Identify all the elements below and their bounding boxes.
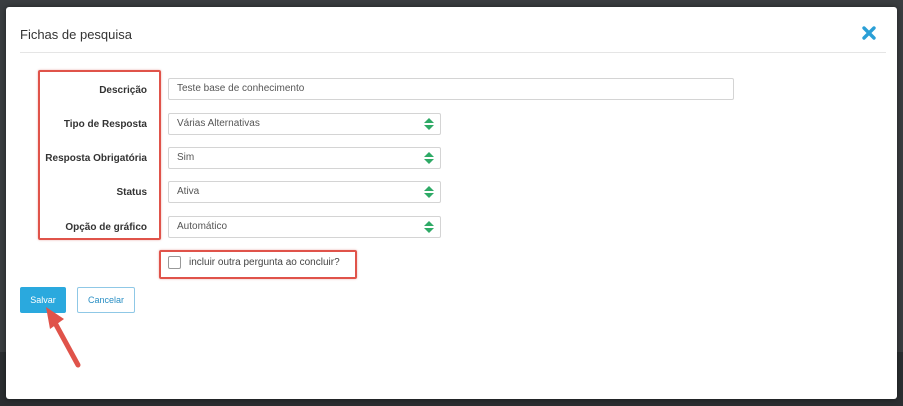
incluir-outra-label: incluir outra pergunta ao concluir? (189, 257, 340, 268)
status-select[interactable]: Ativa (168, 181, 441, 203)
descricao-input[interactable]: Teste base de conhecimento (168, 78, 734, 100)
opcao-grafico-value: Automático (177, 221, 228, 232)
opcao-grafico-select[interactable]: Automático (168, 216, 441, 238)
labels-highlight-box (38, 70, 161, 240)
incluir-outra-checkbox[interactable] (168, 256, 181, 269)
tipo-resposta-value: Várias Alternativas (177, 118, 260, 129)
resposta-obrigatoria-select[interactable]: Sim (168, 147, 441, 169)
status-value: Ativa (177, 186, 200, 197)
resposta-obrigatoria-value: Sim (177, 152, 195, 163)
close-icon[interactable] (859, 23, 879, 43)
modal-title: Fichas de pesquisa (20, 27, 133, 42)
fichas-modal: Fichas de pesquisa Descrição Tipo de Res… (6, 7, 897, 399)
select-arrows-icon (424, 118, 434, 130)
select-arrows-icon (424, 152, 434, 164)
select-arrows-icon (424, 186, 434, 198)
tipo-resposta-select[interactable]: Várias Alternativas (168, 113, 441, 135)
modal-header: Fichas de pesquisa (6, 7, 897, 51)
select-arrows-icon (424, 221, 434, 233)
annotation-arrow-icon (46, 307, 81, 368)
header-divider (20, 52, 886, 53)
